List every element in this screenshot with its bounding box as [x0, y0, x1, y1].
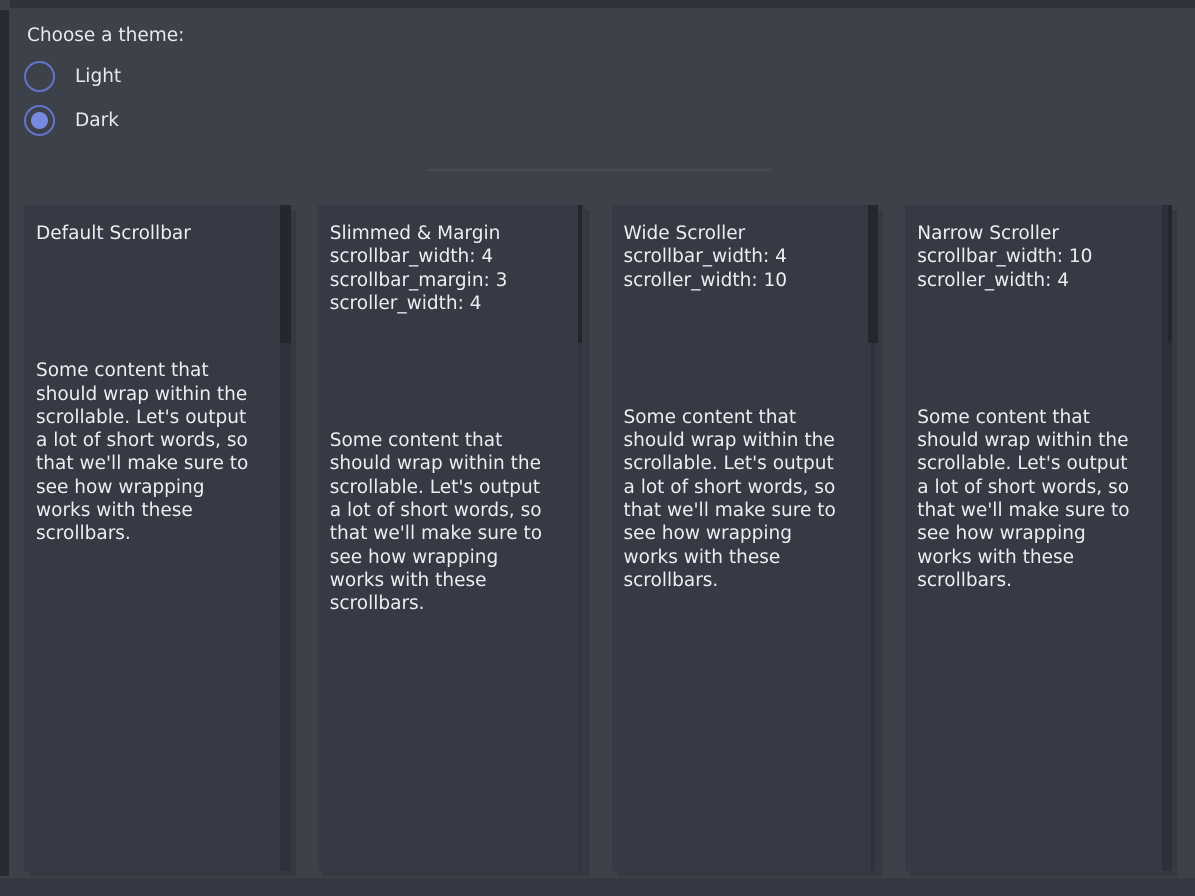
- scrollbar-demo-panels: Default Scrollbar Some content that shou…: [24, 205, 1172, 871]
- scrollbar-thumb[interactable]: [280, 205, 291, 343]
- panel-body: Narrow Scroller scrollbar_width: 10 scro…: [905, 205, 1172, 592]
- scrollbar-thumb[interactable]: [578, 205, 582, 343]
- scrollbar-thumb[interactable]: [1168, 205, 1172, 343]
- radio-label-dark[interactable]: Dark: [75, 110, 119, 131]
- panel-title: Wide Scroller: [624, 222, 849, 245]
- radio-label-light[interactable]: Light: [75, 66, 121, 87]
- panel-narrow-scroller[interactable]: Narrow Scroller scrollbar_width: 10 scro…: [905, 205, 1172, 871]
- theme-chooser-label: Choose a theme:: [27, 24, 184, 47]
- panel-params: scrollbar_width: 4 scroller_width: 10: [624, 245, 849, 292]
- radio-option-dark[interactable]: Dark: [24, 104, 121, 136]
- panel-content-text: Some content that should wrap within the…: [330, 429, 555, 615]
- panel-slimmed-margin[interactable]: Slimmed & Margin scrollbar_width: 4 scro…: [318, 205, 585, 871]
- panel-title: Narrow Scroller: [917, 222, 1142, 245]
- panel-body: Slimmed & Margin scrollbar_width: 4 scro…: [318, 205, 585, 616]
- panel-default-scrollbar[interactable]: Default Scrollbar Some content that shou…: [24, 205, 291, 871]
- panel-content-text: Some content that should wrap within the…: [36, 359, 261, 545]
- theme-radio-group: Light Dark: [24, 60, 121, 148]
- panel-params: scrollbar_width: 4 scrollbar_margin: 3 s…: [330, 245, 555, 315]
- radio-option-light[interactable]: Light: [24, 60, 121, 92]
- radio-circle-icon[interactable]: [24, 61, 55, 92]
- panel-params: scrollbar_width: 10 scroller_width: 4: [917, 245, 1142, 292]
- panel-title: Default Scrollbar: [36, 222, 261, 245]
- panel-body: Wide Scroller scrollbar_width: 4 scrolle…: [612, 205, 879, 592]
- panel-title: Slimmed & Margin: [330, 222, 555, 245]
- top-edge-strip: [10, 0, 1195, 8]
- panel-content-text: Some content that should wrap within the…: [917, 406, 1142, 592]
- radio-circle-icon[interactable]: [24, 105, 55, 136]
- panel-body: Default Scrollbar Some content that shou…: [24, 205, 291, 546]
- radio-selected-dot: [31, 112, 48, 129]
- left-edge-strip: [0, 10, 9, 876]
- scrollbar-thumb[interactable]: [868, 205, 878, 343]
- panel-content-text: Some content that should wrap within the…: [624, 406, 849, 592]
- bottom-edge-strip: [0, 878, 1195, 896]
- panel-wide-scroller[interactable]: Wide Scroller scrollbar_width: 4 scrolle…: [612, 205, 879, 871]
- horizontal-divider: [427, 169, 771, 171]
